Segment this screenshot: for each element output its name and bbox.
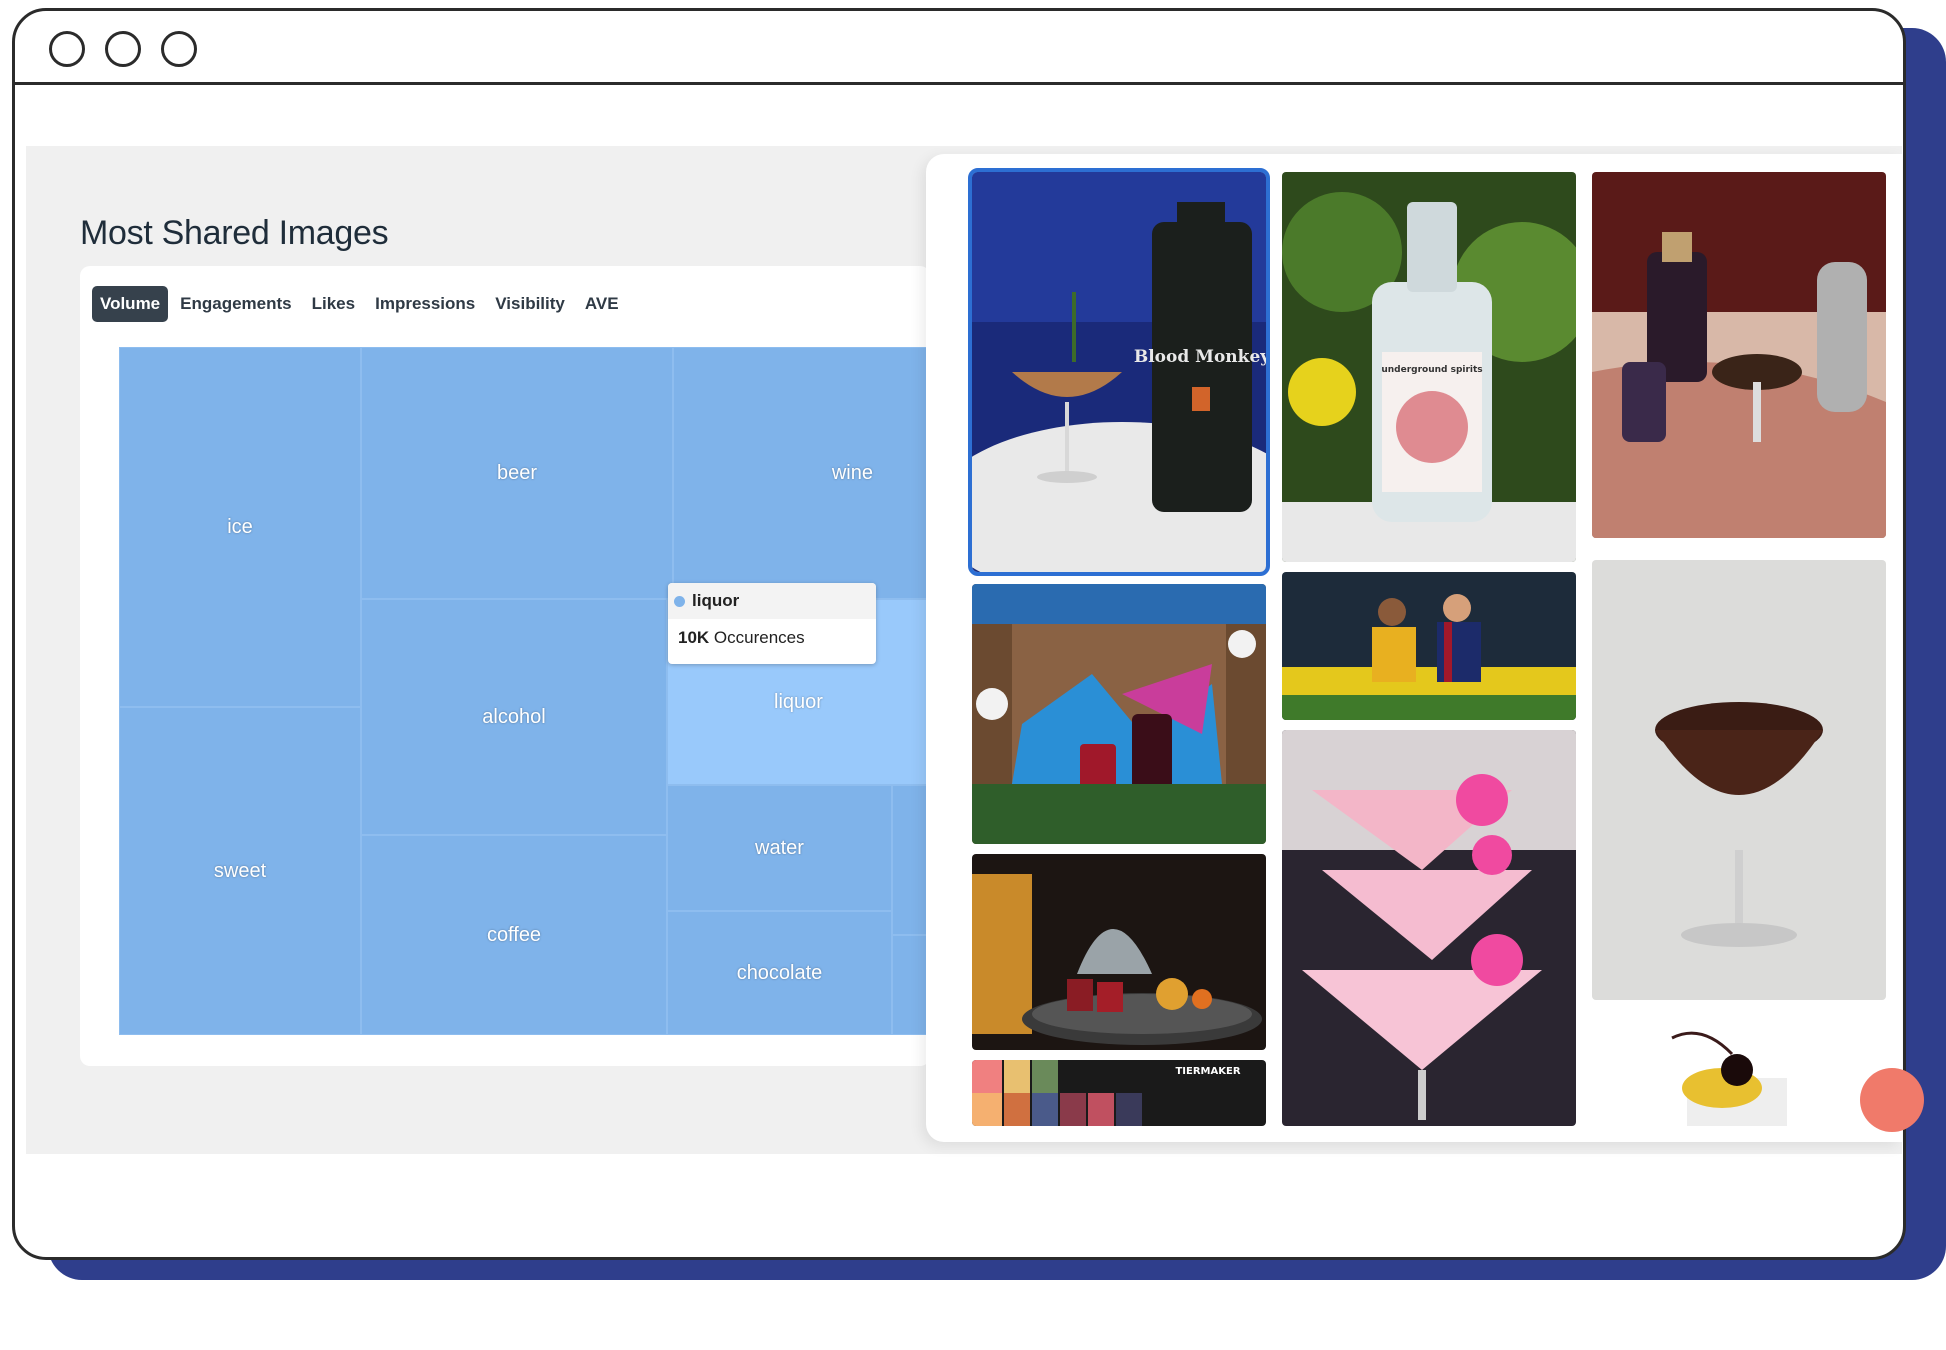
treemap-cell-alcohol[interactable]: alcohol — [361, 599, 667, 835]
tooltip-label: liquor — [692, 591, 740, 610]
tooltip-header: liquor — [668, 583, 876, 619]
underground-spirits-label: underground spirits — [1381, 365, 1482, 375]
tooltip-unit: Occurences — [713, 628, 805, 647]
tab-engagements[interactable]: Engagements — [172, 286, 299, 322]
gallery-image-whisky-tray[interactable] — [972, 854, 1266, 1050]
tooltip-body: 10K Occurences — [668, 619, 876, 657]
window-close-dot[interactable] — [49, 31, 85, 67]
tiermaker-label: TIERMAKER — [1175, 1066, 1240, 1077]
tab-ave[interactable]: AVE — [577, 286, 627, 322]
treemap-cell-beer[interactable]: beer — [361, 347, 673, 599]
treemap-cell-small-2[interactable] — [892, 935, 930, 1035]
gallery-image-underground-spirits-gin[interactable]: underground spirits — [1282, 172, 1576, 562]
chat-bubble-icon[interactable] — [1860, 1068, 1924, 1132]
tab-impressions[interactable]: Impressions — [367, 286, 483, 322]
treemap-cell-water[interactable]: water — [667, 785, 892, 911]
panel-title: Most Shared Images — [80, 214, 389, 252]
treemap-cell-ice[interactable]: ice — [119, 347, 361, 707]
treemap-cell-sweet[interactable]: sweet — [119, 707, 361, 1035]
treemap-cell-wine[interactable]: wine — [673, 347, 930, 599]
window-titlebar — [15, 11, 1903, 85]
treemap-cell-coffee[interactable]: coffee — [361, 835, 667, 1035]
gallery-image-espresso-martini[interactable] — [1592, 172, 1886, 538]
gallery-image-football-players[interactable] — [1282, 572, 1576, 720]
blood-monkey-label: Blood Monkey — [1134, 347, 1266, 367]
metric-tabs: Volume Engagements Likes Impressions Vis… — [92, 286, 627, 322]
window-minimize-dot[interactable] — [105, 31, 141, 67]
image-gallery: Blood Monkey TIERMAKER underground spiri… — [926, 154, 1902, 1142]
tab-likes[interactable]: Likes — [304, 286, 363, 322]
treemap-cell-chocolate[interactable]: chocolate — [667, 911, 892, 1035]
window-maximize-dot[interactable] — [161, 31, 197, 67]
treemap-cell-small-1[interactable] — [892, 785, 930, 935]
gallery-image-pink-martinis[interactable] — [1282, 730, 1576, 1126]
tooltip-value: 10K — [678, 628, 710, 647]
tooltip-swatch-icon — [674, 595, 685, 607]
gallery-image-blood-monkey-gin[interactable]: Blood Monkey — [968, 168, 1270, 576]
tab-visibility[interactable]: Visibility — [487, 286, 573, 322]
gallery-image-dark-cocktail[interactable] — [1592, 560, 1886, 1000]
gallery-image-anime-tier-list[interactable]: TIERMAKER — [972, 1060, 1266, 1126]
treemap-tooltip: liquor 10K Occurences — [668, 583, 876, 664]
gallery-image-lemon-cherry-cocktail[interactable] — [1592, 1018, 1886, 1126]
gallery-image-red-drink-display[interactable] — [972, 584, 1266, 844]
tab-volume[interactable]: Volume — [92, 286, 169, 322]
